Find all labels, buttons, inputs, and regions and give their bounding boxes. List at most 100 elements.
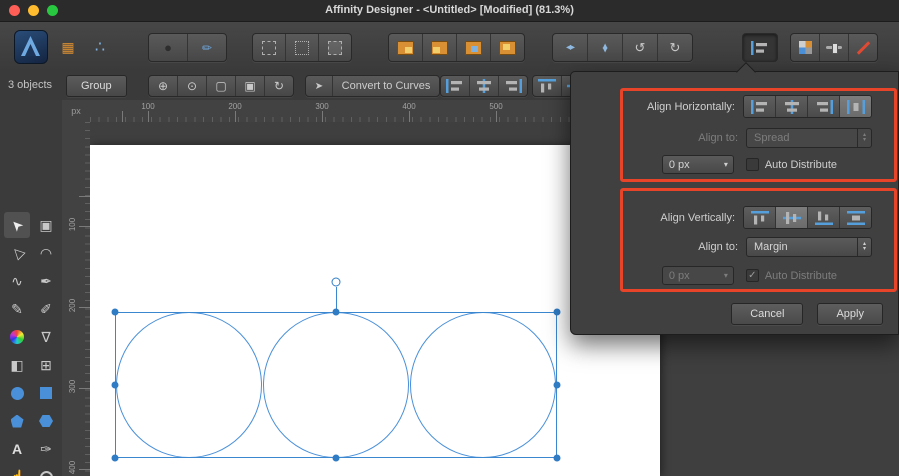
pen-tool[interactable]: ✒ [33, 268, 59, 294]
curves-icon: ➤ [314, 80, 324, 92]
selection-handle-top-center[interactable] [332, 308, 340, 316]
pixel-persona-icon: ▦ [61, 38, 75, 55]
align-middle-icon [783, 211, 801, 225]
node-tool-icon: ▷ [7, 243, 27, 263]
rectangle-tool[interactable] [33, 380, 59, 406]
auto-distribute-checkbox-horizontal[interactable] [745, 158, 759, 171]
ellipse-tool[interactable] [4, 380, 30, 406]
ruler-tick-label: 400 [402, 102, 416, 111]
align-center-button[interactable] [470, 76, 499, 96]
auto-distribute-label-horizontal: Auto Distribute [764, 158, 837, 171]
colour-grid-button[interactable] [791, 34, 820, 61]
group-button[interactable]: Group [66, 75, 127, 97]
polygon-tool[interactable] [33, 408, 59, 434]
ruler-tick-label: 200 [68, 298, 78, 313]
insert-in-front-button[interactable] [423, 34, 457, 61]
space-vertically-option[interactable] [840, 207, 871, 228]
transparency-tool[interactable]: ∇ [33, 324, 59, 350]
corner-tool[interactable]: ◠ [33, 240, 59, 266]
offset-dropdown-horizontal[interactable]: 0 px ▾ [661, 155, 734, 174]
export-persona-button[interactable]: ∴ [88, 35, 112, 59]
artboard-tool[interactable]: ▣ [33, 212, 59, 238]
align-left-button[interactable] [441, 76, 470, 96]
selection-bounding-box [115, 312, 557, 458]
stepper-down-icon: ▾ [862, 137, 866, 143]
align-top-button[interactable] [533, 76, 562, 96]
selection-handle-bottom-right[interactable] [553, 454, 561, 462]
align-right-option[interactable] [808, 96, 840, 117]
crop-tool[interactable]: ⊞ [33, 352, 59, 378]
transform-origin-button[interactable]: ⊕ [149, 76, 178, 96]
quick-align-horizontal-group [440, 75, 528, 97]
rotation-handle[interactable] [331, 277, 341, 287]
align-to-dropdown-vertical[interactable]: Margin ▴ ▾ [746, 237, 872, 257]
align-middle-option[interactable] [776, 207, 808, 228]
affinity-logo-icon [21, 36, 40, 56]
selection-handle-bottom-center[interactable] [332, 454, 340, 462]
convert-to-curves-label: Convert to Curves [341, 80, 431, 92]
cycle-selection-box-button[interactable]: ↻ [265, 76, 293, 96]
pixel-alignment-group: ● ✏ [148, 33, 227, 62]
apply-button[interactable]: Apply [817, 303, 883, 325]
insert-on-top-button[interactable] [491, 34, 524, 61]
pentagon-tool[interactable] [4, 408, 30, 434]
force-pixel-alignment-button[interactable]: ● [149, 34, 188, 61]
convert-to-curves-group: ➤ Convert to Curves [305, 75, 440, 97]
style-picker-tool[interactable]: ✑ [33, 436, 59, 462]
vector-brush-tool[interactable]: ∿ [4, 268, 30, 294]
no-style-button[interactable] [849, 34, 877, 61]
whole-pixels-icon: ✏ [201, 40, 213, 55]
show-selection-box-button[interactable]: ▢ [207, 76, 236, 96]
selection-handle-bottom-left[interactable] [111, 454, 119, 462]
pencil-tool[interactable]: ✎ [4, 296, 30, 322]
flip-horizontal-button[interactable]: ◂▸ [553, 34, 588, 61]
zoom-tool[interactable] [33, 464, 59, 476]
paint-brush-tool[interactable]: ✐ [33, 296, 59, 322]
insert-behind-button[interactable] [389, 34, 423, 61]
alignment-icon [751, 41, 769, 55]
align-top-option[interactable] [744, 207, 776, 228]
selection-handle-middle-left[interactable] [111, 381, 119, 389]
snap-to-objects-button[interactable] [319, 34, 351, 61]
snap-to-grid-button[interactable] [286, 34, 319, 61]
rotate-cw-button[interactable]: ↻ [658, 34, 692, 61]
view-tool[interactable]: ☝ [4, 464, 30, 476]
align-center-horizontally-option[interactable] [776, 96, 808, 117]
move-tool[interactable]: ➤ [4, 212, 30, 238]
opacity-slider-button[interactable] [820, 34, 849, 61]
snap-to-grid-icon [295, 40, 309, 55]
curves-icon-button[interactable]: ➤ [306, 76, 333, 96]
align-to-label-horizontal: Align to: [698, 132, 738, 144]
alignment-button[interactable] [742, 33, 778, 62]
align-right-button[interactable] [499, 76, 527, 96]
selection-handle-top-left[interactable] [111, 308, 119, 316]
space-horizontally-option[interactable] [840, 96, 871, 117]
preview-mode-button[interactable]: ⊙ [178, 76, 207, 96]
designer-persona-button[interactable] [14, 30, 48, 64]
selection-handle-top-right[interactable] [553, 308, 561, 316]
cancel-button[interactable]: Cancel [731, 303, 804, 325]
node-tool[interactable]: ▷ [4, 240, 30, 266]
flip-vertical-button[interactable]: ◂▸ [588, 34, 623, 61]
text-tool[interactable]: A [4, 436, 30, 462]
pixel-persona-button[interactable]: ▦ [56, 35, 80, 59]
snapping-toggle-button[interactable] [253, 34, 286, 61]
fill-tool[interactable]: ◧ [4, 352, 30, 378]
selection-handle-middle-right[interactable] [553, 381, 561, 389]
convert-to-curves-button[interactable]: Convert to Curves [333, 76, 439, 96]
view-tool-icon: ☝ [8, 469, 25, 476]
transform-objects-separately-button[interactable]: ▣ [236, 76, 265, 96]
corner-tool-icon: ◠ [39, 244, 53, 261]
colour-picker-tool[interactable] [4, 324, 30, 350]
align-horizontally-label: Align Horizontally: [646, 100, 735, 113]
ruler-tick-label: 500 [489, 102, 503, 111]
move-by-whole-pixels-button[interactable]: ✏ [188, 34, 226, 61]
insert-inside-button[interactable] [457, 34, 491, 61]
dropdown-arrow-icon: ▾ [723, 160, 728, 169]
colour-grid-icon [798, 41, 812, 54]
align-bottom-option[interactable] [808, 207, 840, 228]
rotate-ccw-button[interactable]: ↺ [623, 34, 658, 61]
align-left-option[interactable] [744, 96, 776, 117]
ruler-tick-label: 400 [68, 460, 78, 475]
export-persona-icon: ∴ [94, 39, 106, 56]
